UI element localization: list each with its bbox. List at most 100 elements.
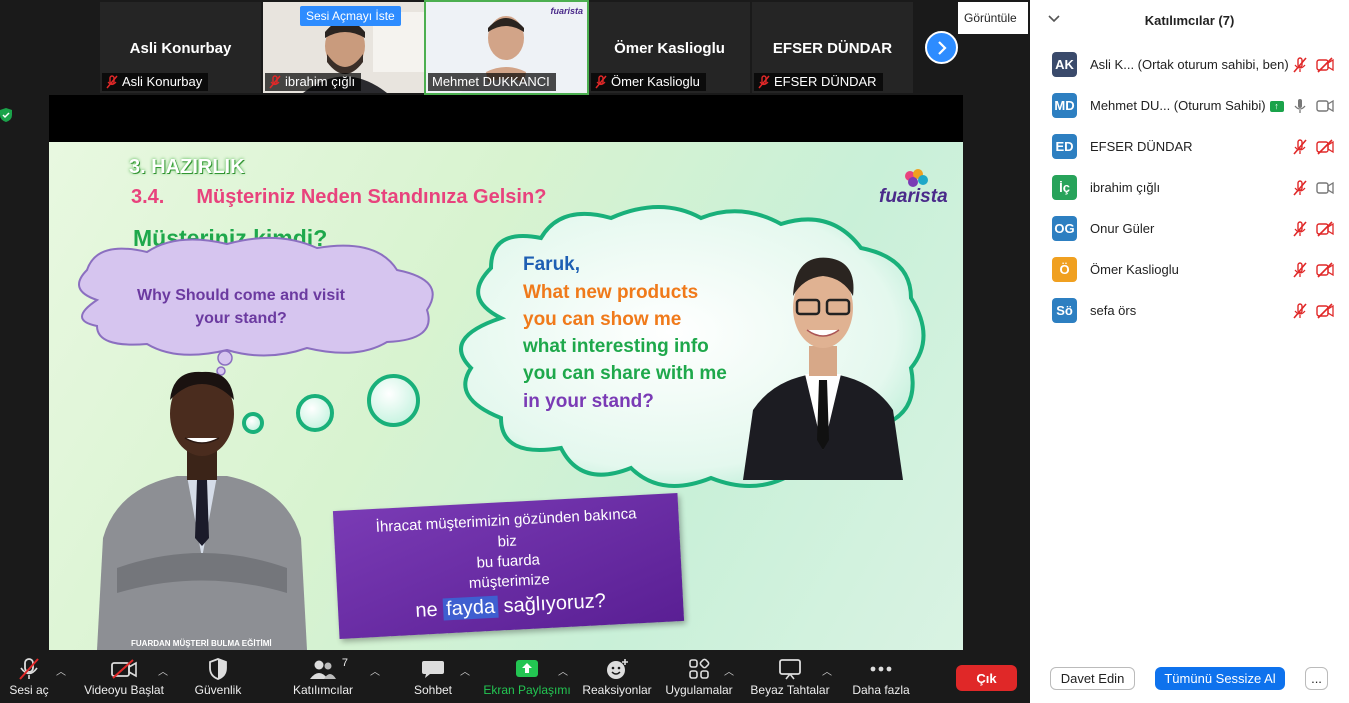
participant-tile-label-text: ibrahim çığlı xyxy=(285,74,356,89)
mic-off-icon xyxy=(106,75,118,89)
stage-top-bar xyxy=(49,95,963,142)
mic-off-icon[interactable] xyxy=(1292,220,1310,237)
mic-off-icon[interactable] xyxy=(1292,56,1310,73)
participant-row[interactable]: MD Mehmet DU... (Oturum Sahibi) ↑ xyxy=(1030,85,1349,126)
avatar: AK xyxy=(1052,52,1077,77)
participants-button[interactable]: 7 Katılımcılar xyxy=(290,651,356,703)
participant-name-text: Mehmet DU... (Oturum Sahibi) xyxy=(1090,98,1266,113)
audio-options-caret[interactable]: ︿ xyxy=(56,663,66,678)
toolbar-label: Beyaz Tahtalar xyxy=(750,683,830,697)
video-off-icon[interactable] xyxy=(1316,261,1334,278)
right-cloud-line: you can show me xyxy=(523,309,682,330)
participant-name-text: Ömer Kaslioglu xyxy=(1090,262,1179,277)
participant-tile-label: Asli Konurbay xyxy=(102,73,209,91)
participant-row[interactable]: Ö Ömer Kaslioglu xyxy=(1030,249,1349,290)
chevron-right-icon xyxy=(937,40,947,55)
participant-row[interactable]: İç ibrahim çığlı xyxy=(1030,167,1349,208)
participant-tile-label: Mehmet DUKKANCI xyxy=(428,73,556,91)
active-speaker-tile[interactable]: fuarista Mehmet DUKKANCI xyxy=(424,0,589,95)
participant-row[interactable]: Sö sefa örs xyxy=(1030,290,1349,331)
avatar: Ö xyxy=(1052,257,1077,282)
participant-row[interactable]: ED EFSER DÜNDAR xyxy=(1030,126,1349,167)
businessman-crossed-arms-image xyxy=(97,371,307,650)
whiteboards-button[interactable]: Beyaz Tahtalar xyxy=(750,651,830,703)
participant-name: sefa örs xyxy=(1090,303,1136,318)
video-off-icon[interactable] xyxy=(1316,56,1334,73)
encryption-shield-icon[interactable] xyxy=(0,108,12,122)
participant-name: Asli K... (Ortak oturum sahibi, ben) xyxy=(1090,57,1289,72)
participant-name: Onur Güler xyxy=(1090,221,1154,236)
video-off-icon[interactable] xyxy=(1316,138,1334,155)
apps-options-caret[interactable]: ︿ xyxy=(724,663,734,678)
participant-name-text: Asli K... (Ortak oturum sahibi, ben) xyxy=(1090,57,1289,72)
left-cloud-line: Why Should come and visit xyxy=(136,287,346,304)
participant-tile[interactable]: Ömer Kaslioglu Ömer Kaslioglu xyxy=(589,2,750,93)
more-options-button[interactable]: ... xyxy=(1305,667,1328,690)
participant-name-text: EFSER DÜNDAR xyxy=(1090,139,1193,154)
reactions-button[interactable]: Reaksiyonlar xyxy=(582,651,652,703)
video-on-icon[interactable] xyxy=(1316,98,1334,114)
filmstrip-next-button[interactable] xyxy=(925,31,958,64)
toolbar-label: Uygulamalar xyxy=(665,683,733,697)
more-icon xyxy=(870,666,892,672)
whiteboard-options-caret[interactable]: ︿ xyxy=(822,663,832,678)
video-options-caret[interactable]: ︿ xyxy=(158,663,168,678)
chat-button[interactable]: Sohbet xyxy=(410,651,456,703)
participant-row[interactable]: AK Asli K... (Ortak oturum sahibi, ben) xyxy=(1030,44,1349,85)
callout-highlight: fayda xyxy=(442,595,499,621)
mic-on-icon[interactable] xyxy=(1292,98,1310,114)
leave-meeting-button[interactable]: Çık xyxy=(956,665,1017,691)
participant-tile-name: Ömer Kaslioglu xyxy=(614,40,725,57)
avatar: Sö xyxy=(1052,298,1077,323)
chat-icon xyxy=(422,661,444,678)
unmute-button[interactable]: Sesi aç xyxy=(4,651,54,703)
participant-video-tile[interactable]: Sesi Açmayı İste ibrahim çığlı xyxy=(263,2,424,93)
view-button[interactable]: Görüntüle xyxy=(958,2,1028,34)
toolbar-label: Sesi aç xyxy=(9,683,49,697)
security-button[interactable]: Güvenlik xyxy=(190,651,246,703)
chat-options-caret[interactable]: ︿ xyxy=(460,663,470,678)
participant-name: Ömer Kaslioglu xyxy=(1090,262,1179,277)
participant-name: Mehmet DU... (Oturum Sahibi) ↑ xyxy=(1090,98,1284,113)
toolbar-label: Güvenlik xyxy=(194,683,242,697)
right-cloud-line: you can share with me xyxy=(523,363,727,384)
participants-panel: Katılımcılar (7) AK Asli K... (Ortak otur… xyxy=(1030,0,1349,703)
start-video-button[interactable]: Videoyu Başlat xyxy=(82,651,166,703)
mic-off-icon[interactable] xyxy=(1292,179,1310,196)
mic-off-icon[interactable] xyxy=(1292,138,1310,155)
left-cloud-text: Why Should come and visit your stand? xyxy=(121,284,361,330)
participant-tile-label-text: EFSER DÜNDAR xyxy=(774,74,877,89)
participant-tile[interactable]: Asli Konurbay Asli Konurbay xyxy=(100,2,261,93)
video-off-icon[interactable] xyxy=(1316,220,1334,237)
mic-off-icon[interactable] xyxy=(1292,261,1310,278)
avatar: İç xyxy=(1052,175,1077,200)
participant-tile-label-text: Ömer Kaslioglu xyxy=(611,74,700,89)
slide-section-number: 3.4. xyxy=(131,186,165,208)
slide-footer: FUARDAN MÜŞTERİ BULMA EĞİTİMİ xyxy=(131,639,272,648)
participants-icon xyxy=(310,660,336,679)
participants-panel-title: Katılımcılar (7) xyxy=(1144,13,1235,28)
mic-off-icon xyxy=(269,75,281,89)
shared-screen-slide: 3. HAZIRLIK 3.4. Müşteriniz Neden Standın… xyxy=(49,142,963,650)
participant-row[interactable]: OG Onur Güler xyxy=(1030,208,1349,249)
shield-icon xyxy=(209,658,227,680)
participant-tile-label: EFSER DÜNDAR xyxy=(754,73,883,91)
businessman-image xyxy=(743,257,903,480)
participant-tile[interactable]: EFSER DÜNDAR EFSER DÜNDAR xyxy=(752,2,913,93)
video-off-icon xyxy=(111,659,137,679)
thought-bubble-large xyxy=(367,374,420,427)
right-cloud-line: in your stand? xyxy=(523,391,654,412)
ask-to-unmute-badge[interactable]: Sesi Açmayı İste xyxy=(300,6,401,26)
avatar: OG xyxy=(1052,216,1077,241)
mute-all-button[interactable]: Tümünü Sessize Al xyxy=(1155,667,1285,690)
more-button[interactable]: Daha fazla xyxy=(850,651,912,703)
invite-button[interactable]: Davet Edin xyxy=(1050,667,1135,690)
video-on-icon[interactable] xyxy=(1316,180,1334,196)
video-off-icon[interactable] xyxy=(1316,302,1334,319)
toolbar-label: Daha fazla xyxy=(852,683,910,697)
participant-tile-name: EFSER DÜNDAR xyxy=(772,40,893,57)
participants-options-caret[interactable]: ︿ xyxy=(370,663,380,678)
mic-off-icon[interactable] xyxy=(1292,302,1310,319)
share-options-caret[interactable]: ︿ xyxy=(558,663,568,678)
toolbar-label: Sohbet xyxy=(413,683,453,697)
